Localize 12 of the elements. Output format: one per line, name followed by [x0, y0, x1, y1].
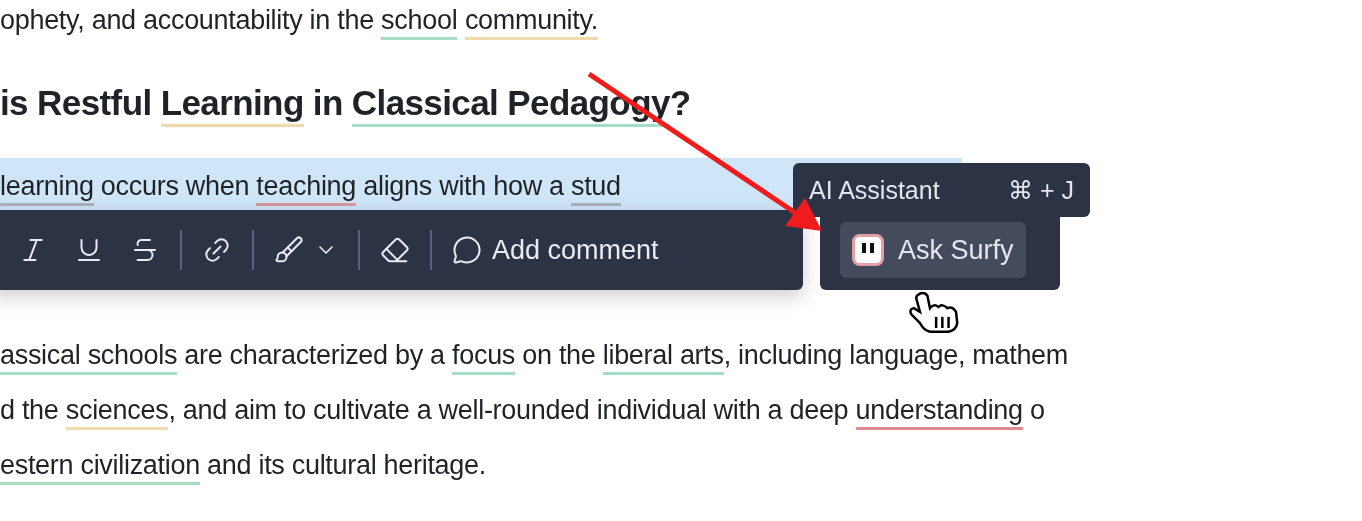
- tooltip-title: AI Assistant: [809, 175, 940, 205]
- add-comment-button[interactable]: Add comment: [446, 228, 665, 272]
- body-text: d the sciences, and aim to cultivate a well-rounded individual with a deep understanding o: [0, 390, 1069, 430]
- brush-icon: [274, 235, 304, 265]
- body-text: assical schools are characterized by a focus on the liberal arts, including language, mathem: [0, 335, 1069, 375]
- body-text: ophety, and accountability in the school community.: [0, 0, 1362, 40]
- ask-surfy-button[interactable]: Ask Surfy: [840, 222, 1026, 278]
- comment-icon: [452, 235, 482, 265]
- keyboard-shortcut: ⌘ + J: [1008, 175, 1074, 205]
- body-text: estern civilization and its cultural heritage.: [0, 445, 1069, 485]
- app-logo-icon: [852, 234, 884, 266]
- eraser-icon: [380, 235, 410, 265]
